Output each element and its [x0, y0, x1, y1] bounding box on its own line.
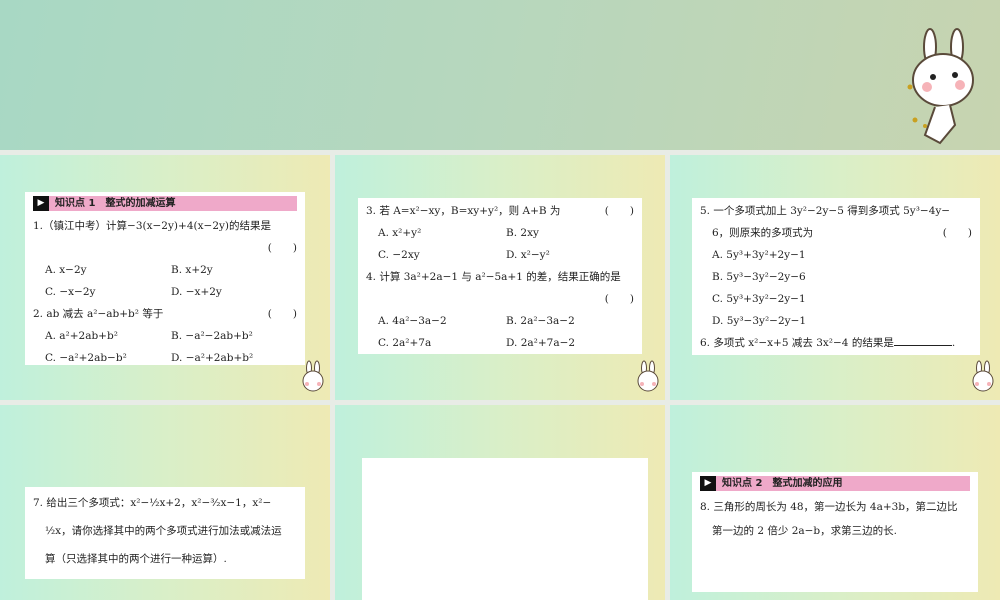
bunny-icon — [972, 360, 994, 392]
question-8: 8. 三角形的周长为 48，第一边长为 4a+3b，第二边比 — [700, 501, 958, 513]
answer-paren: ( ) — [604, 293, 634, 305]
option: C. −x−2y — [45, 286, 96, 298]
slide-1[interactable]: ▶ 知识点 1 整式的加减运算 1.（镇江中考）计算−3(x−2y)+4(x−2y… — [0, 155, 330, 400]
question-5: 5. 一个多项式加上 3y²−2y−5 得到多项式 5y³−4y− — [700, 205, 951, 217]
slide-3[interactable]: 5. 一个多项式加上 3y²−2y−5 得到多项式 5y³−4y− 6，则原来的… — [670, 155, 1000, 400]
slide-6[interactable]: ▶ 知识点 2 整式加减的应用 8. 三角形的周长为 48，第一边长为 4a+3b… — [670, 405, 1000, 600]
answer-paren: ( ) — [942, 227, 972, 239]
option: B. 5y³−3y²−2y−6 — [712, 271, 806, 283]
option: B. x+2y — [171, 264, 213, 276]
period: . — [951, 337, 956, 349]
option: B. 2xy — [506, 227, 539, 239]
blank-content-box — [362, 458, 648, 600]
option: D. −a²+2ab+b² — [171, 352, 254, 364]
title-banner — [0, 0, 1000, 150]
question-4: 4. 计算 3a²+2a−1 与 a²−5a+1 的差，结果正确的是 — [366, 271, 621, 283]
question-1: 1.（镇江中考）计算−3(x−2y)+4(x−2y)的结果是 — [33, 220, 272, 232]
play-icon: ▶ — [700, 476, 716, 491]
option: A. x−2y — [45, 264, 87, 276]
option: B. 2a²−3a−2 — [506, 315, 575, 327]
option: C. −2xy — [378, 249, 420, 261]
answer-blank[interactable] — [893, 334, 952, 346]
bunny-mascot-icon — [907, 28, 974, 145]
question-5-cont: 6，则原来的多项式为 — [712, 227, 814, 239]
q2-options: A. a²+2ab+b² B. −a²−2ab+b² C. −a²+2ab−b² D… — [33, 325, 297, 369]
question-7: 7. 给出三个多项式：x²−½x+2，x²−³⁄₂x−1，x²− — [33, 497, 272, 509]
slide-4[interactable]: 7. 给出三个多项式：x²−½x+2，x²−³⁄₂x−1，x²− ½x，请你选择… — [0, 405, 330, 600]
question-2: 2. ab 减去 a²−ab+b² 等于 — [33, 308, 164, 320]
option: A. 4a²−3a−2 — [378, 315, 447, 327]
slide-2[interactable]: 3. 若 A=x²−xy，B=xy+y²，则 A+B 为 ( ) A. x²+y²… — [335, 155, 665, 400]
answer-paren: ( ) — [267, 242, 297, 254]
option: C. 5y³+3y²−2y−1 — [712, 293, 806, 305]
option: D. 2a²+7a−2 — [506, 337, 576, 349]
option: B. −a²−2ab+b² — [171, 330, 253, 342]
slide-5[interactable] — [335, 405, 665, 600]
section-title: 知识点 2 整式加减的应用 — [722, 478, 843, 489]
question-8-cont: 第一边的 2 倍少 2a−b，求第三边的长. — [712, 525, 897, 537]
question-7-cont: 算（只选择其中的两个进行一种运算）. — [45, 553, 227, 565]
option: C. −a²+2ab−b² — [45, 352, 127, 364]
bunny-icon — [637, 360, 659, 392]
section-title: 知识点 1 整式的加减运算 — [55, 198, 176, 209]
q3-options: A. x²+y² B. 2xy C. −2xy D. x²−y² — [366, 222, 634, 266]
question-6: 6. 多项式 x²−x+5 减去 3x²−4 的结果是 — [700, 337, 894, 349]
q4-options: A. 4a²−3a−2 B. 2a²−3a−2 C. 2a²+7a D. 2a²+7… — [366, 310, 634, 354]
option: D. 5y³−3y²−2y−1 — [712, 315, 807, 327]
question-3: 3. 若 A=x²−xy，B=xy+y²，则 A+B 为 — [366, 205, 561, 217]
option: D. −x+2y — [171, 286, 222, 298]
answer-paren: ( ) — [604, 205, 634, 217]
section-header: ▶ 知识点 2 整式加减的应用 — [700, 476, 970, 491]
option: A. 5y³+3y²+2y−1 — [712, 249, 806, 261]
option: A. x²+y² — [378, 227, 422, 239]
question-7-cont: ½x，请你选择其中的两个多项式进行加法或减法运 — [45, 525, 282, 537]
q1-options: A. x−2y B. x+2y C. −x−2y D. −x+2y — [33, 259, 297, 303]
option: A. a²+2ab+b² — [45, 330, 118, 342]
play-icon: ▶ — [33, 196, 49, 211]
option: D. x²−y² — [506, 249, 550, 261]
option: C. 2a²+7a — [378, 337, 432, 349]
bunny-icon — [302, 360, 324, 392]
section-header: ▶ 知识点 1 整式的加减运算 — [33, 196, 297, 211]
answer-paren: ( ) — [267, 308, 297, 320]
